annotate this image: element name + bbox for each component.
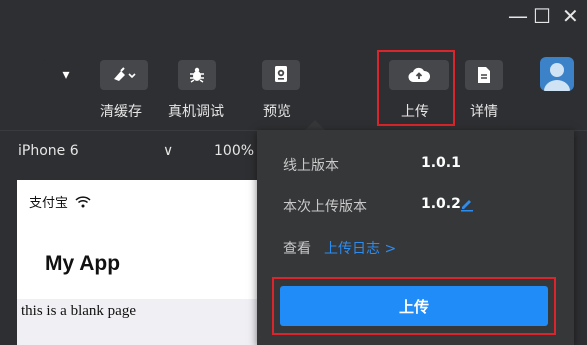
details-label: 详情 (470, 104, 498, 120)
page-title: My App (45, 252, 121, 275)
close-icon: ✕ (562, 4, 579, 28)
current-version-value: 1.0.2 (421, 196, 461, 212)
page-body: this is a blank page (17, 299, 279, 345)
bug-icon (190, 67, 204, 83)
maximize-button[interactable]: ☐ (533, 4, 551, 28)
maximize-icon: ☐ (533, 4, 551, 28)
online-version-value: 1.0.1 (421, 155, 461, 171)
carrier-label: 支付宝 (29, 196, 69, 211)
upload-log-link[interactable]: 上传日志 > (324, 238, 396, 258)
device-select[interactable]: iPhone 6 (18, 143, 79, 159)
edit-version-button[interactable] (459, 196, 475, 216)
clear-cache-label: 清缓存 (100, 104, 142, 120)
status-bar: 支付宝 (29, 192, 91, 211)
remote-debug-label: 真机调试 (168, 104, 224, 120)
popup-caret (305, 120, 325, 130)
pencil-icon (461, 200, 473, 212)
zoom-select[interactable]: 100% (214, 143, 254, 159)
view-label: 查看 (283, 241, 311, 257)
upload-highlight-box (377, 50, 455, 126)
broom-icon (114, 67, 136, 81)
close-button[interactable]: ✕ (562, 4, 579, 28)
title-bar (0, 0, 587, 40)
details-button[interactable] (465, 60, 503, 90)
upload-submit-highlight-box (272, 277, 556, 335)
preview-label: 预览 (263, 104, 291, 120)
minimize-button[interactable]: — (508, 4, 528, 28)
clear-cache-button[interactable] (100, 60, 148, 90)
minimize-icon: — (508, 4, 528, 28)
avatar[interactable] (540, 57, 574, 91)
device-dropdown-icon[interactable]: ∨ (163, 143, 173, 159)
preview-icon (275, 66, 287, 82)
chevron-down-icon: ▾ (62, 67, 70, 83)
simulator-screen: 支付宝 My App this is a blank page (17, 180, 279, 345)
remote-debug-button[interactable] (178, 60, 216, 90)
current-version-label: 本次上传版本 (283, 199, 367, 215)
wifi-icon (75, 196, 91, 208)
document-icon (478, 67, 490, 83)
user-avatar-icon (544, 63, 570, 91)
project-dropdown[interactable]: ▾ (42, 60, 90, 90)
page-body-text: this is a blank page (21, 303, 136, 319)
online-version-label: 线上版本 (283, 158, 339, 174)
preview-button[interactable] (262, 60, 300, 90)
